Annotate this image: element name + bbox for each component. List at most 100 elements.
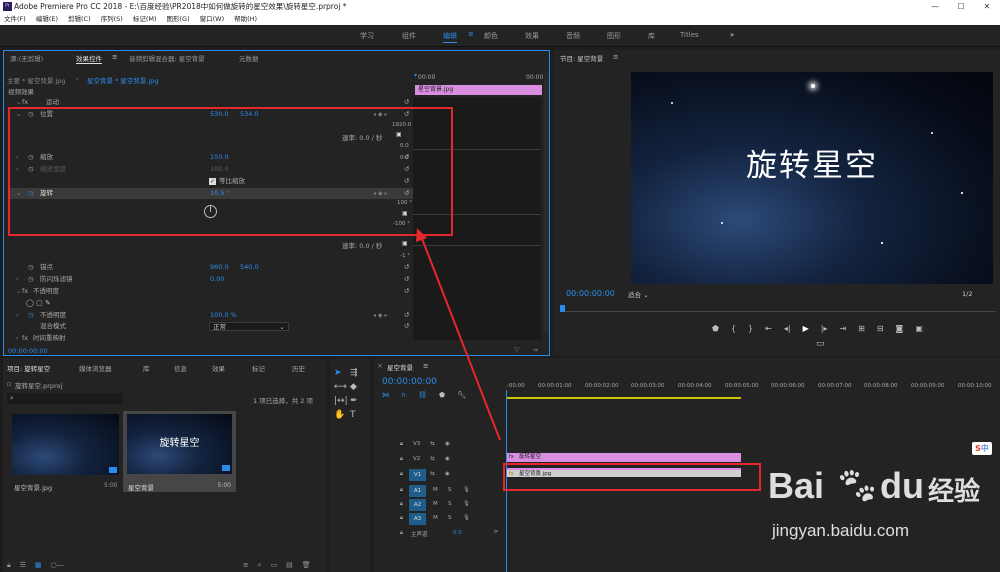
project-search-input[interactable]: ⌕ xyxy=(7,393,123,404)
razor-tool-icon[interactable]: ◆ xyxy=(350,382,366,392)
tab-libraries[interactable]: 库 xyxy=(143,363,150,373)
list-view-icon[interactable]: ☰ xyxy=(20,561,26,571)
play-button-icon[interactable]: ▶ xyxy=(803,324,809,333)
chevron-right-icon[interactable]: › xyxy=(16,274,19,285)
find-icon[interactable]: ⌕ xyxy=(258,561,262,571)
tab-audio-clip-mixer[interactable]: 音频剪辑混合器: 星空背景 xyxy=(129,53,205,63)
sync-lock-icon[interactable]: ⇆ xyxy=(430,471,435,477)
timeline-clip[interactable]: fx 旋转星空 xyxy=(507,453,741,462)
fit-select[interactable]: 适合 ⌄ xyxy=(628,289,670,299)
track-target[interactable]: A3 xyxy=(409,513,426,525)
solo-button[interactable]: S xyxy=(448,515,452,521)
zoom-slider[interactable]: ○— xyxy=(51,561,64,571)
overwrite-icon[interactable]: ⊟ xyxy=(877,324,884,333)
playhead-marker-icon[interactable]: ▾ xyxy=(414,72,417,79)
mute-button[interactable]: M xyxy=(433,501,438,507)
wrench-icon[interactable]: 🔧︎ xyxy=(457,391,466,399)
eye-icon[interactable]: ◉ xyxy=(445,441,450,447)
button-editor-icon[interactable]: ▣ xyxy=(915,324,923,333)
sync-lock-icon[interactable]: ⇆ xyxy=(430,441,435,447)
antiflicker-value[interactable]: 0.00 xyxy=(210,274,224,285)
chevron-right-icon[interactable]: › xyxy=(16,333,19,344)
work-area-bar[interactable] xyxy=(507,397,741,399)
lock-icon[interactable]: 🔒︎ xyxy=(400,487,403,494)
anchor-x-value[interactable]: 960.0 xyxy=(210,262,229,273)
selection-tool-icon[interactable]: ➤ xyxy=(334,368,350,378)
export-frame-icon[interactable]: ◙ xyxy=(896,324,904,333)
linked-selection-icon[interactable]: ⛓︎ xyxy=(418,391,427,399)
menu-graphics[interactable]: 图形(G) xyxy=(167,13,190,25)
insert-icon[interactable]: ⊞ xyxy=(858,324,865,333)
lock-icon[interactable]: 🔒︎ xyxy=(400,501,403,508)
reset-icon[interactable]: ↺ xyxy=(404,310,409,321)
timeline-timecode[interactable]: 00:00:00:00 xyxy=(382,377,437,387)
go-to-out-icon[interactable]: ⇥ xyxy=(839,324,846,333)
chevron-down-icon[interactable]: ⌄ xyxy=(16,286,21,297)
menu-edit[interactable]: 编辑(E) xyxy=(36,13,58,25)
menu-marker[interactable]: 标记(M) xyxy=(133,13,157,25)
step-forward-icon[interactable]: |▸ xyxy=(821,324,828,333)
filter-icon[interactable]: ▽ xyxy=(514,346,519,354)
export-icon[interactable]: ⇥ xyxy=(532,346,538,354)
go-to-in-icon[interactable]: ⇤ xyxy=(765,324,772,333)
tab-source[interactable]: 源:(无剪辑) xyxy=(10,53,43,63)
project-item-selected[interactable]: 旋转星空 星空背景 5:00 xyxy=(123,411,236,492)
workspace-learn[interactable]: 学习 xyxy=(360,31,374,41)
tab-effects[interactable]: 效果 xyxy=(212,363,225,373)
reset-icon[interactable]: ↺ xyxy=(404,286,409,297)
ellipse-mask-icon[interactable]: ◯ xyxy=(26,299,34,307)
mark-out-icon[interactable]: } xyxy=(748,324,753,333)
rectangle-mask-icon[interactable]: ▢ xyxy=(36,299,43,307)
scrollbar[interactable] xyxy=(544,73,549,333)
workspace-assembly[interactable]: 组件 xyxy=(402,31,416,41)
tab-effect-controls[interactable]: 效果控件 xyxy=(76,53,102,64)
workspace-editing[interactable]: 编辑 xyxy=(443,31,457,43)
reset-icon[interactable]: ↺ xyxy=(404,262,409,273)
ripple-edit-tool-icon[interactable]: ⟷ xyxy=(334,382,350,392)
tab-media-browser[interactable]: 媒体浏览器 xyxy=(79,363,112,373)
tab-history[interactable]: 历史 xyxy=(292,363,305,373)
close-icon[interactable]: × xyxy=(377,362,383,370)
blend-mode-select[interactable]: 正常 ⌄ xyxy=(209,322,289,331)
mute-button[interactable]: M xyxy=(433,515,438,521)
menu-help[interactable]: 帮助(H) xyxy=(234,13,257,25)
reset-icon[interactable]: ↺ xyxy=(404,321,409,332)
solo-button[interactable]: S xyxy=(448,487,452,493)
hand-tool-icon[interactable]: ✋ xyxy=(334,410,350,420)
keyframe-nav-icon[interactable]: ◂ ◆ ▸ xyxy=(373,310,387,321)
safe-margins-icon[interactable]: ▭ xyxy=(816,339,825,349)
stopwatch-icon[interactable]: ◷ xyxy=(28,274,34,285)
icon-view-icon[interactable]: ▦ xyxy=(35,561,42,571)
menu-sequence[interactable]: 序列(S) xyxy=(101,13,123,25)
breadcrumb-master[interactable]: 主要 * 星空背景.jpg xyxy=(7,75,66,85)
program-menu-icon[interactable]: ≡ xyxy=(613,53,618,61)
pen-mask-icon[interactable]: ✎ xyxy=(45,299,51,307)
new-item-icon[interactable]: ▤ xyxy=(286,561,293,571)
workspace-libraries[interactable]: 库 xyxy=(648,31,655,41)
add-marker-icon[interactable]: ⬟ xyxy=(712,324,719,333)
snap-icon[interactable]: ∩ xyxy=(401,391,406,399)
effect-controls-menu-icon[interactable]: ≡ xyxy=(112,53,117,61)
workspace-titles[interactable]: Titles xyxy=(680,31,699,39)
lock-icon[interactable]: 🔒︎ xyxy=(400,515,403,522)
eye-icon[interactable]: ◉ xyxy=(445,471,450,477)
timeline-menu-icon[interactable]: ≡ xyxy=(423,362,428,370)
chevron-right-icon[interactable]: › xyxy=(16,310,19,321)
sync-lock-icon[interactable]: ⇆ xyxy=(430,456,435,462)
menu-window[interactable]: 窗口(W) xyxy=(200,13,225,25)
time-ruler[interactable]: :00:00 00:00:01:00 00:00:02:00 00:00:03:… xyxy=(507,383,995,403)
effect-controls-timecode[interactable]: 00:00:00:00 xyxy=(8,347,48,355)
anchor-y-value[interactable]: 540.0 xyxy=(240,262,259,273)
lock-icon[interactable]: 🔒︎ xyxy=(400,456,403,463)
program-timecode[interactable]: 00:00:00:00 xyxy=(566,289,615,298)
mark-in-icon[interactable]: { xyxy=(731,324,736,333)
type-tool-icon[interactable]: T xyxy=(350,410,366,420)
tab-project[interactable]: 项目: 旋转星空 xyxy=(7,363,50,373)
ime-indicator[interactable]: S中 xyxy=(972,442,992,455)
stopwatch-icon[interactable]: ◷ xyxy=(28,310,34,321)
track-target[interactable]: A1 xyxy=(409,485,426,497)
track-select-tool-icon[interactable]: ⇶ xyxy=(350,368,366,378)
playhead-icon[interactable] xyxy=(560,305,565,312)
microphone-icon[interactable]: 🎙︎ xyxy=(463,501,470,507)
tab-markers[interactable]: 标记 xyxy=(252,363,265,373)
